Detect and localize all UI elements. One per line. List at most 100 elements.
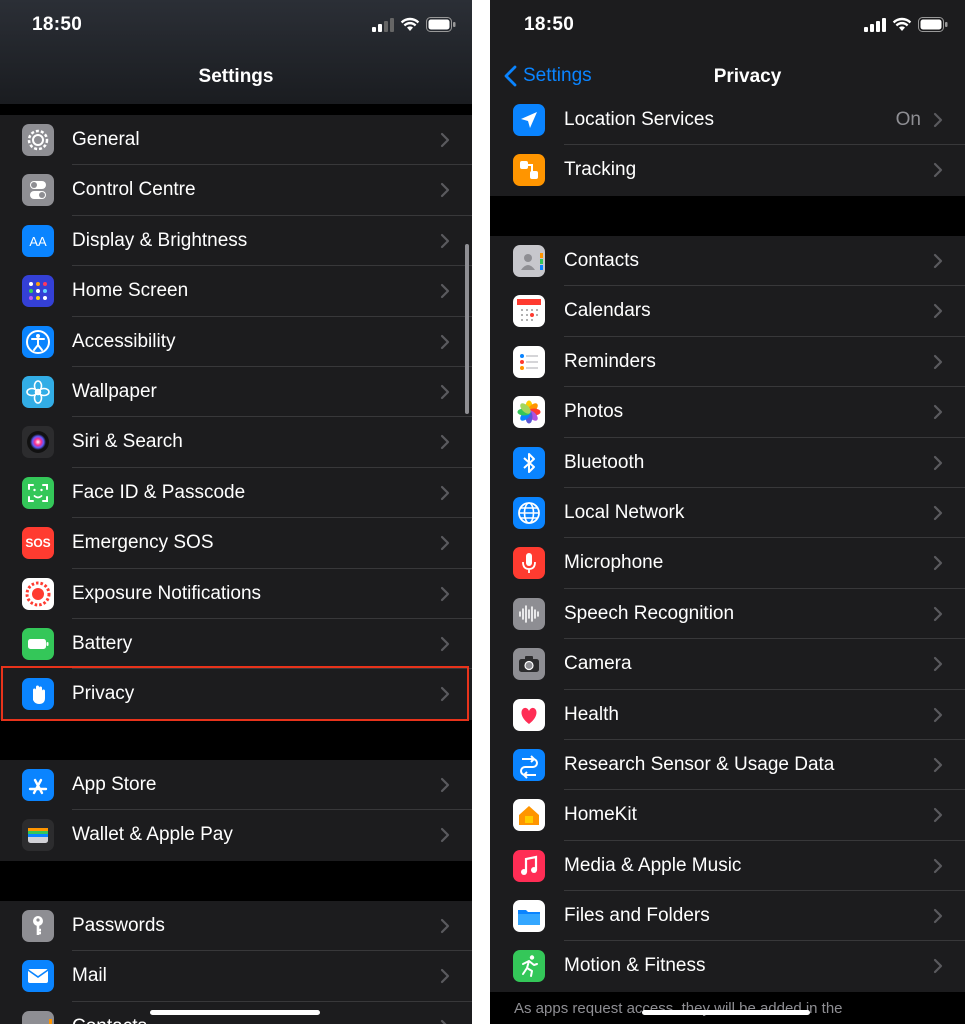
settings-row-files-and-folders[interactable]: Files and Folders	[490, 891, 965, 942]
settings-row-wallet-and-apple-pay[interactable]: Wallet & Apple Pay	[0, 810, 472, 860]
toggles-icon	[22, 174, 54, 207]
chevron-right-icon	[933, 556, 943, 571]
home-indicator[interactable]	[150, 1010, 320, 1015]
settings-row-general[interactable]: General	[0, 115, 472, 166]
app-store-icon-glyph	[28, 778, 48, 795]
battery-status-icon	[426, 17, 456, 32]
settings-row-camera[interactable]: Camera	[490, 639, 965, 690]
row-label: Siri & Search	[72, 431, 183, 453]
settings-row-wallpaper[interactable]: Wallpaper	[0, 367, 472, 418]
settings-row-local-network[interactable]: Local Network	[490, 488, 965, 539]
settings-row-mail[interactable]: Mail	[0, 951, 472, 1002]
gear-icon	[22, 124, 54, 156]
home-indicator[interactable]	[642, 1010, 810, 1015]
row-label: Accessibility	[72, 330, 176, 352]
chevron-left-icon	[504, 65, 517, 87]
settings-row-siri-and-search[interactable]: Siri & Search	[0, 417, 472, 468]
running-icon-glyph	[522, 955, 538, 978]
settings-row-calendars[interactable]: Calendars	[490, 286, 965, 337]
settings-row-contacts[interactable]: Contacts	[490, 236, 965, 287]
settings-row-bluetooth[interactable]: Bluetooth	[490, 438, 965, 488]
settings-row-passwords[interactable]: Passwords	[0, 901, 472, 952]
microphone-icon	[513, 547, 545, 580]
camera-icon	[513, 648, 545, 681]
settings-row-control-centre[interactable]: Control Centre	[0, 165, 472, 216]
calendar-icon-glyph	[517, 299, 541, 322]
settings-row-tracking[interactable]: Tracking	[490, 145, 965, 195]
settings-row-home-screen[interactable]: Home Screen	[0, 266, 472, 317]
chevron-right-icon	[933, 354, 943, 369]
settings-row-reminders[interactable]: Reminders	[490, 337, 965, 388]
status-bar: 18:50	[0, 0, 472, 52]
settings-row-speech-recognition[interactable]: Speech Recognition	[490, 589, 965, 640]
row-label: Home Screen	[72, 280, 189, 302]
chevron-right-icon	[440, 1019, 447, 1024]
contacts-icon	[513, 245, 545, 277]
chevron-right-icon	[933, 253, 943, 269]
chevron-right-icon	[440, 384, 450, 400]
music-note-icon-glyph	[521, 855, 538, 875]
settings-row-photos[interactable]: Photos	[490, 387, 965, 438]
research-icon-glyph	[520, 755, 538, 779]
chevron-right-icon	[933, 707, 943, 722]
settings-screen: 18:50 Settings General Control Centre AA Di…	[0, 0, 472, 1024]
globe-icon	[513, 496, 545, 529]
face-id-icon-glyph	[28, 483, 48, 502]
settings-row-research-sensor-and-usage-data[interactable]: Research Sensor & Usage Data	[490, 740, 965, 791]
settings-row-exposure-notifications[interactable]: Exposure Notifications	[0, 569, 472, 619]
settings-row-display-and-brightness[interactable]: AA Display & Brightness	[0, 216, 472, 267]
settings-row-motion-and-fitness[interactable]: Motion & Fitness	[490, 941, 965, 991]
settings-row-emergency-sos[interactable]: SOS Emergency SOS	[0, 518, 472, 569]
page-title: Privacy	[713, 66, 782, 87]
chevron-right-icon	[440, 233, 450, 248]
row-label: Tracking	[564, 159, 637, 181]
waveform-icon	[513, 597, 545, 630]
siri-icon	[22, 426, 54, 459]
chevron-right-icon	[440, 536, 450, 551]
flower-icon	[22, 375, 54, 408]
row-label: Location Services	[564, 109, 714, 130]
chevron-right-icon	[933, 959, 943, 974]
globe-icon-glyph	[518, 502, 540, 524]
text-size-icon-glyph: AA	[29, 234, 47, 249]
chevron-right-icon	[933, 808, 943, 823]
row-value: On	[895, 109, 921, 130]
sos-glyph: SOS	[25, 536, 51, 551]
chevron-right-icon	[440, 777, 450, 793]
settings-row-homekit[interactable]: HomeKit	[490, 790, 965, 841]
chevron-right-icon	[440, 183, 450, 198]
settings-row-health[interactable]: Health	[490, 690, 965, 740]
scroll-indicator[interactable]	[465, 244, 469, 414]
research-icon	[513, 748, 545, 781]
face-id-icon	[22, 476, 54, 509]
status-time: 18:50	[32, 14, 83, 35]
home-icon	[513, 799, 545, 832]
folder-icon-glyph	[518, 910, 540, 926]
settings-row-app-store[interactable]: App Store	[0, 760, 472, 811]
settings-row-media-and-apple-music[interactable]: Media & Apple Music	[490, 841, 965, 892]
settings-row-battery[interactable]: Battery	[0, 619, 472, 670]
row-label: HomeKit	[564, 804, 637, 826]
app-grid-icon	[22, 275, 54, 308]
row-label: Exposure Notifications	[72, 582, 262, 604]
settings-row-microphone[interactable]: Microphone	[490, 538, 965, 589]
page-title: Settings	[198, 66, 274, 87]
settings-row-accessibility[interactable]: Accessibility	[0, 317, 472, 367]
settings-row-location-services[interactable]: Location Services On	[490, 95, 965, 146]
chevron-right-icon	[440, 828, 450, 843]
chevron-right-icon	[440, 485, 450, 500]
exposure-icon-glyph	[25, 581, 51, 607]
waveform-icon-glyph	[519, 604, 539, 623]
row-label: Local Network	[564, 501, 685, 523]
flower-icon-glyph	[26, 380, 50, 404]
settings-row-face-id-and-passcode[interactable]: Face ID & Passcode	[0, 468, 472, 519]
wallet-icon	[22, 819, 54, 852]
privacy-group-location: Location Services On Tracking	[490, 95, 965, 196]
chevron-right-icon	[933, 304, 943, 319]
gear-icon-glyph	[27, 129, 49, 151]
row-label: Contacts	[72, 1016, 147, 1024]
chevron-right-icon	[933, 757, 943, 773]
settings-group-store: App Store Wallet & Apple Pay	[0, 760, 472, 861]
row-label: Bluetooth	[564, 451, 645, 473]
wallet-icon-glyph	[28, 828, 48, 844]
